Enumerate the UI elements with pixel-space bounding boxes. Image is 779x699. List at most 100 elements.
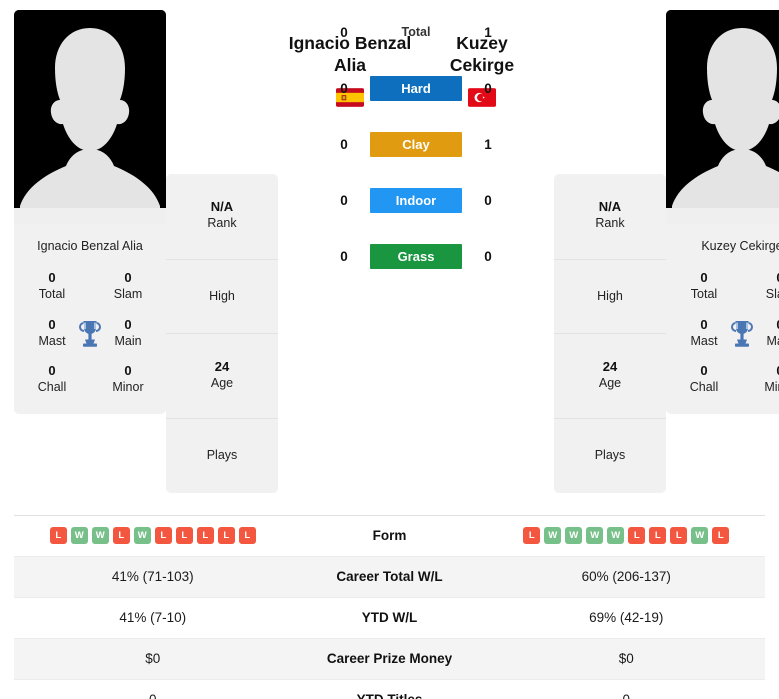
h2h-grass-right: 0	[484, 249, 492, 265]
left-titles-grid: 0 Total 0 Slam 0 Mast 0 Main 0 Chall 0 M…	[14, 264, 166, 404]
right-high-label: High	[597, 288, 623, 303]
right-title-minor-label: Minor	[764, 380, 779, 395]
form-badge-loss[interactable]: L	[154, 527, 172, 544]
form-badge-win[interactable]: W	[691, 527, 709, 544]
right-rank-section: N/A Rank	[554, 174, 666, 260]
left-title-total-value: 0	[48, 270, 56, 285]
h2h-total-right: 1	[484, 25, 492, 41]
left-high-label: High	[209, 288, 235, 303]
right-rank-value: N/A	[598, 199, 622, 214]
right-player-card-name: Kuzey Cekirge	[701, 239, 779, 253]
form-badge-loss[interactable]: L	[196, 527, 214, 544]
table-row: $0 Career Prize Money $0	[14, 638, 765, 680]
right-age-value: 24	[602, 358, 618, 374]
form-badge-loss[interactable]: L	[628, 527, 646, 544]
right-title-total-value: 0	[700, 270, 708, 285]
h2h-indoor-badge[interactable]: Indoor	[370, 188, 462, 214]
h2h-row-clay: 0 Clay 1	[284, 131, 548, 159]
form-badge-win[interactable]: W	[607, 527, 625, 544]
right-rank-label: Rank	[595, 216, 625, 231]
right-ytd-wl: 69% (42-19)	[589, 610, 664, 625]
form-badge-win[interactable]: W	[565, 527, 583, 544]
surface-breakdown: 0 Total 1 0 Hard 0 0 Clay 1 0 Indoor 0 0…	[284, 19, 548, 271]
left-high-section: High	[166, 260, 278, 334]
right-title-total-label: Total	[690, 287, 718, 302]
table-row: LWWLWLLLLL Form LWWWWLLLWL	[14, 515, 765, 557]
right-titles-grid: 0 Total 0 Slam 0 Mast 0 Main	[666, 264, 779, 404]
h2h-total-left: 0	[340, 25, 348, 41]
h2h-hard-badge[interactable]: Hard	[370, 76, 462, 102]
comparison-table: LWWLWLLLLL Form LWWWWLLLWL 41% (71-103) …	[14, 514, 766, 699]
form-badge-loss[interactable]: L	[670, 527, 688, 544]
h2h-indoor-left: 0	[340, 193, 348, 209]
form-badge-loss[interactable]: L	[49, 527, 67, 544]
right-title-slam-value: 0	[742, 270, 779, 286]
left-career-total-wl: 41% (71-103)	[111, 569, 194, 584]
table-row: 0 YTD Titles 0	[14, 679, 766, 699]
left-title-total: 0 Total	[14, 264, 90, 311]
right-player-column: Kuzey Cekirge 0 Total 0 Slam 0 Mast	[666, 10, 779, 414]
row-label-career-total-wl: Career Total W/L	[336, 569, 443, 584]
player-comparison-page: Ignacio Benzal Alia 0 Total 0 Slam 0 Mas…	[0, 0, 779, 699]
form-badge-loss[interactable]: L	[175, 527, 193, 544]
left-title-minor: 0 Minor	[90, 357, 166, 404]
right-ytd-titles: 0	[488, 688, 766, 699]
form-badge-loss[interactable]: L	[523, 527, 541, 544]
form-badge-win[interactable]: W	[586, 527, 604, 544]
left-career-prize-money: $0	[145, 651, 161, 666]
left-rank-card: N/A Rank High 24 Age Plays	[166, 174, 278, 493]
left-title-chall-label: Chall	[37, 380, 67, 395]
trophy-icon	[78, 320, 102, 347]
h2h-clay-badge[interactable]: Clay	[370, 132, 462, 158]
form-badge-loss[interactable]: L	[238, 527, 256, 544]
left-form-cell: LWWLWLLLLL	[14, 523, 292, 548]
form-badge-loss[interactable]: L	[217, 527, 235, 544]
form-badge-win[interactable]: W	[544, 527, 562, 544]
right-title-minor: 0 Minor	[742, 357, 779, 404]
right-plays-section: Plays	[554, 419, 666, 492]
left-title-slam: 0 Slam	[90, 264, 166, 311]
h2h-row-hard: 0 Hard 0	[284, 75, 548, 103]
left-title-slam-label: Slam	[113, 287, 143, 302]
h2h-grass-badge[interactable]: Grass	[370, 244, 462, 270]
left-title-chall: 0 Chall	[14, 357, 90, 404]
row-label-ytd-titles: YTD Titles	[292, 692, 488, 699]
left-plays-label: Plays	[206, 448, 238, 463]
left-title-chall-value: 0	[48, 363, 56, 378]
left-age-value: 24	[214, 358, 230, 374]
left-age-section: 24 Age	[166, 334, 278, 420]
h2h-indoor-right: 0	[484, 193, 492, 209]
form-badge-win[interactable]: W	[70, 527, 88, 544]
form-badge-loss[interactable]: L	[712, 527, 730, 544]
right-plays-label: Plays	[594, 448, 626, 463]
right-title-total: 0 Total	[666, 264, 742, 311]
form-badge-loss[interactable]: L	[112, 527, 130, 544]
h2h-row-total: 0 Total 1	[284, 19, 548, 47]
left-player-column: Ignacio Benzal Alia 0 Total 0 Slam 0 Mas…	[14, 10, 166, 414]
row-label-career-prize-money: Career Prize Money	[326, 651, 453, 666]
left-form-badges: LWWLWLLLLL	[49, 527, 256, 544]
head-to-head-column: Ignacio Benzal Alia Kuzey Cekirge 0 Tota…	[278, 10, 554, 271]
right-rank-column: N/A Rank High 24 Age Plays	[554, 174, 666, 493]
right-player-photo[interactable]	[666, 10, 779, 224]
left-title-slam-value: 0	[124, 270, 132, 285]
left-rank-column: N/A Rank High 24 Age Plays	[166, 174, 278, 493]
right-career-total-wl: 60% (206-137)	[581, 569, 671, 584]
left-title-total-label: Total	[38, 287, 66, 302]
right-title-chall-value: 0	[700, 363, 708, 378]
h2h-total-label: Total	[401, 25, 431, 40]
form-badge-win[interactable]: W	[133, 527, 151, 544]
h2h-clay-right: 1	[484, 137, 492, 153]
form-badge-loss[interactable]: L	[649, 527, 667, 544]
right-career-prize-money: $0	[618, 651, 634, 666]
left-player-photo[interactable]	[14, 10, 166, 224]
left-rank-value: N/A	[210, 199, 234, 214]
left-player-titles-card: Ignacio Benzal Alia 0 Total 0 Slam 0 Mas…	[14, 224, 166, 414]
top-comparison-area: Ignacio Benzal Alia 0 Total 0 Slam 0 Mas…	[0, 0, 779, 493]
right-age-section: 24 Age	[554, 334, 666, 420]
right-title-minor-value: 0	[742, 363, 779, 379]
h2h-grass-left: 0	[340, 249, 348, 265]
form-badge-win[interactable]: W	[91, 527, 109, 544]
h2h-hard-right: 0	[484, 81, 492, 97]
right-title-slam: 0 Slam	[742, 264, 779, 311]
